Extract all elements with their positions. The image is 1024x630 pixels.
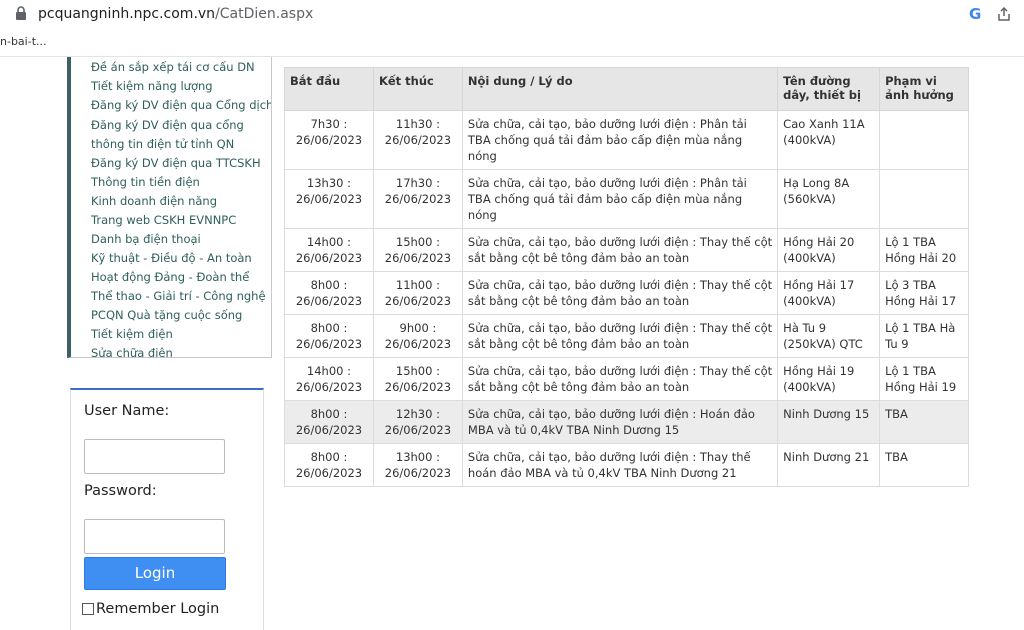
url-text[interactable]: pcquangninh.npc.com.vn/CatDien.aspx [38, 6, 313, 22]
cell-start: 8h00 : 26/06/2023 [284, 400, 374, 444]
cell-scope [879, 110, 969, 170]
cell-scope: Lộ 1 TBA Hồng Hải 19 [879, 357, 969, 401]
cell-start: 13h30 : 26/06/2023 [284, 169, 374, 229]
sidebar-item-ttcskh[interactable]: Đăng ký DV điện qua TTCSKH [91, 156, 261, 170]
table-row: 8h00 : 26/06/2023 9h00 : 26/06/2023 Sửa … [284, 314, 969, 358]
cell-start: 7h30 : 26/06/2023 [284, 110, 374, 170]
cell-scope: Lộ 1 TBA Hồng Hải 20 [879, 228, 969, 272]
sidebar-item-tien-dien[interactable]: Thông tin tiền điện [91, 175, 200, 189]
cell-end: 9h00 : 26/06/2023 [372, 314, 463, 358]
sidebar-item-hoat-dong-dang[interactable]: Hoạt động Đảng - Đoàn thể [91, 270, 249, 284]
table-header-row: Bắt đầu Kết thúc Nội dung / Lý do Tên đư… [284, 67, 969, 111]
username-label: User Name: [84, 403, 170, 419]
cell-start: 8h00 : 26/06/2023 [284, 443, 374, 487]
share-icon[interactable] [996, 6, 1012, 22]
cell-end: 13h00 : 26/06/2023 [372, 443, 463, 487]
sidebar-item-dv-cong-tinh[interactable]: Đăng ký DV điện qua cổng [91, 118, 244, 132]
table-row: 8h00 : 26/06/2023 11h00 : 26/06/2023 Sửa… [284, 271, 969, 315]
cell-content: Sửa chữa, cải tạo, bảo dưỡng lưới điện :… [461, 443, 779, 487]
sidebar-item-dv-cong-quoc-gia[interactable]: Đăng ký DV điện qua Cổng dịch vụ công qu… [91, 98, 271, 112]
cell-line: Ninh Dương 15 [777, 400, 881, 444]
cell-line: Ninh Dương 21 [777, 443, 881, 487]
sidebar-item-sua-chua[interactable]: Sửa chữa điện [91, 346, 173, 357]
outage-table: Bắt đầu Kết thúc Nội dung / Lý do Tên đư… [284, 67, 969, 487]
cell-scope: TBA [879, 400, 969, 444]
sidebar-item-kinh-doanh[interactable]: Kinh doanh điện năng [91, 194, 217, 208]
cell-line: Hồng Hải 19 (400kVA) [777, 357, 881, 401]
table-row: 8h00 : 26/06/2023 13h00 : 26/06/2023 Sửa… [284, 443, 969, 487]
cell-scope: Lộ 3 TBA Hồng Hải 17 [879, 271, 969, 315]
sidebar-menu: Đề án sắp xếp tái cơ cấu DN Tiết kiệm nă… [67, 57, 272, 358]
password-input[interactable] [84, 519, 225, 554]
sidebar-item-cong-tinh-qn[interactable]: thông tin điện tử tỉnh QN [91, 137, 234, 151]
cell-content: Sửa chữa, cải tạo, bảo dưỡng lưới điện :… [461, 228, 779, 272]
cell-end: 15h00 : 26/06/2023 [372, 357, 463, 401]
table-row: 14h00 : 26/06/2023 15h00 : 26/06/2023 Sử… [284, 357, 969, 401]
cell-content: Sửa chữa, cải tạo, bảo dưỡng lưới điện :… [461, 314, 779, 358]
sidebar-item-tiet-kiem-nang-luong[interactable]: Tiết kiệm năng lượng [91, 79, 213, 93]
table-row: 14h00 : 26/06/2023 15h00 : 26/06/2023 Sử… [284, 228, 969, 272]
sidebar-item-ky-thuat[interactable]: Kỹ thuật - Điều độ - An toàn [91, 251, 252, 265]
cell-start: 8h00 : 26/06/2023 [284, 271, 374, 315]
cell-end: 11h00 : 26/06/2023 [372, 271, 463, 315]
bookmarks-bar: n-bai-t... [0, 28, 1024, 57]
table-row: 13h30 : 26/06/2023 17h30 : 26/06/2023 Sử… [284, 169, 969, 229]
cell-end: 17h30 : 26/06/2023 [372, 169, 463, 229]
sidebar-item-danh-ba[interactable]: Danh bạ điện thoại [91, 232, 201, 246]
header-end: Kết thúc [372, 67, 463, 111]
sidebar-item-qua-tang[interactable]: PCQN Quà tặng cuộc sống [91, 308, 242, 322]
cell-content: Sửa chữa, cải tạo, bảo dưỡng lưới điện :… [461, 110, 779, 170]
google-icon[interactable]: G [969, 5, 981, 23]
header-content: Nội dung / Lý do [461, 67, 779, 111]
cell-scope [879, 169, 969, 229]
lock-icon [16, 6, 26, 20]
url-path: /CatDien.aspx [215, 6, 314, 22]
cell-content: Sửa chữa, cải tạo, bảo dưỡng lưới điện :… [461, 400, 779, 444]
cell-line: Cao Xanh 11A (400kVA) [777, 110, 881, 170]
cell-content: Sửa chữa, cải tạo, bảo dưỡng lưới điện :… [461, 271, 779, 315]
cell-scope: Lộ 1 TBA Hà Tu 9 [879, 314, 969, 358]
username-input[interactable] [84, 439, 225, 474]
cell-end: 12h30 : 26/06/2023 [372, 400, 463, 444]
browser-url-bar[interactable]: pcquangninh.npc.com.vn/CatDien.aspx G [0, 0, 1024, 28]
header-scope: Phạm vi ảnh hưởng [879, 67, 969, 111]
url-host: pcquangninh.npc.com.vn [38, 6, 216, 22]
cell-scope: TBA [879, 443, 969, 487]
cell-end: 15h00 : 26/06/2023 [372, 228, 463, 272]
cell-content: Sửa chữa, cải tạo, bảo dưỡng lưới điện :… [461, 357, 779, 401]
table-row-highlighted: 8h00 : 26/06/2023 12h30 : 26/06/2023 Sửa… [284, 400, 969, 444]
sidebar-item-de-an[interactable]: Đề án sắp xếp tái cơ cấu DN [91, 60, 255, 74]
cell-line: Hồng Hải 20 (400kVA) [777, 228, 881, 272]
login-panel: User Name: Password: Login Remember Logi… [70, 388, 264, 630]
cell-start: 8h00 : 26/06/2023 [284, 314, 374, 358]
table-row: 7h30 : 26/06/2023 11h30 : 26/06/2023 Sửa… [284, 110, 969, 170]
header-start: Bắt đầu [284, 67, 374, 111]
cell-start: 14h00 : 26/06/2023 [284, 357, 374, 401]
cell-end: 11h30 : 26/06/2023 [372, 110, 463, 170]
sidebar-item-cskh-evnnpc[interactable]: Trang web CSKH EVNNPC [91, 213, 236, 227]
header-line: Tên đường dây, thiết bị [777, 67, 881, 111]
remember-checkbox[interactable] [82, 603, 94, 615]
cell-content: Sửa chữa, cải tạo, bảo dưỡng lưới điện :… [461, 169, 779, 229]
cell-line: Hồng Hải 17 (400kVA) [777, 271, 881, 315]
cell-start: 14h00 : 26/06/2023 [284, 228, 374, 272]
bookmark-item[interactable]: n-bai-t... [0, 35, 47, 48]
login-button[interactable]: Login [84, 557, 226, 590]
cell-line: Hạ Long 8A (560kVA) [777, 169, 881, 229]
sidebar-item-tiet-kiem-dien[interactable]: Tiết kiệm điện [91, 327, 173, 341]
sidebar-item-the-thao[interactable]: Thể thao - Giải trí - Công nghệ [91, 289, 266, 303]
cell-line: Hà Tu 9 (250kVA) QTC [777, 314, 881, 358]
password-label: Password: [84, 483, 157, 499]
